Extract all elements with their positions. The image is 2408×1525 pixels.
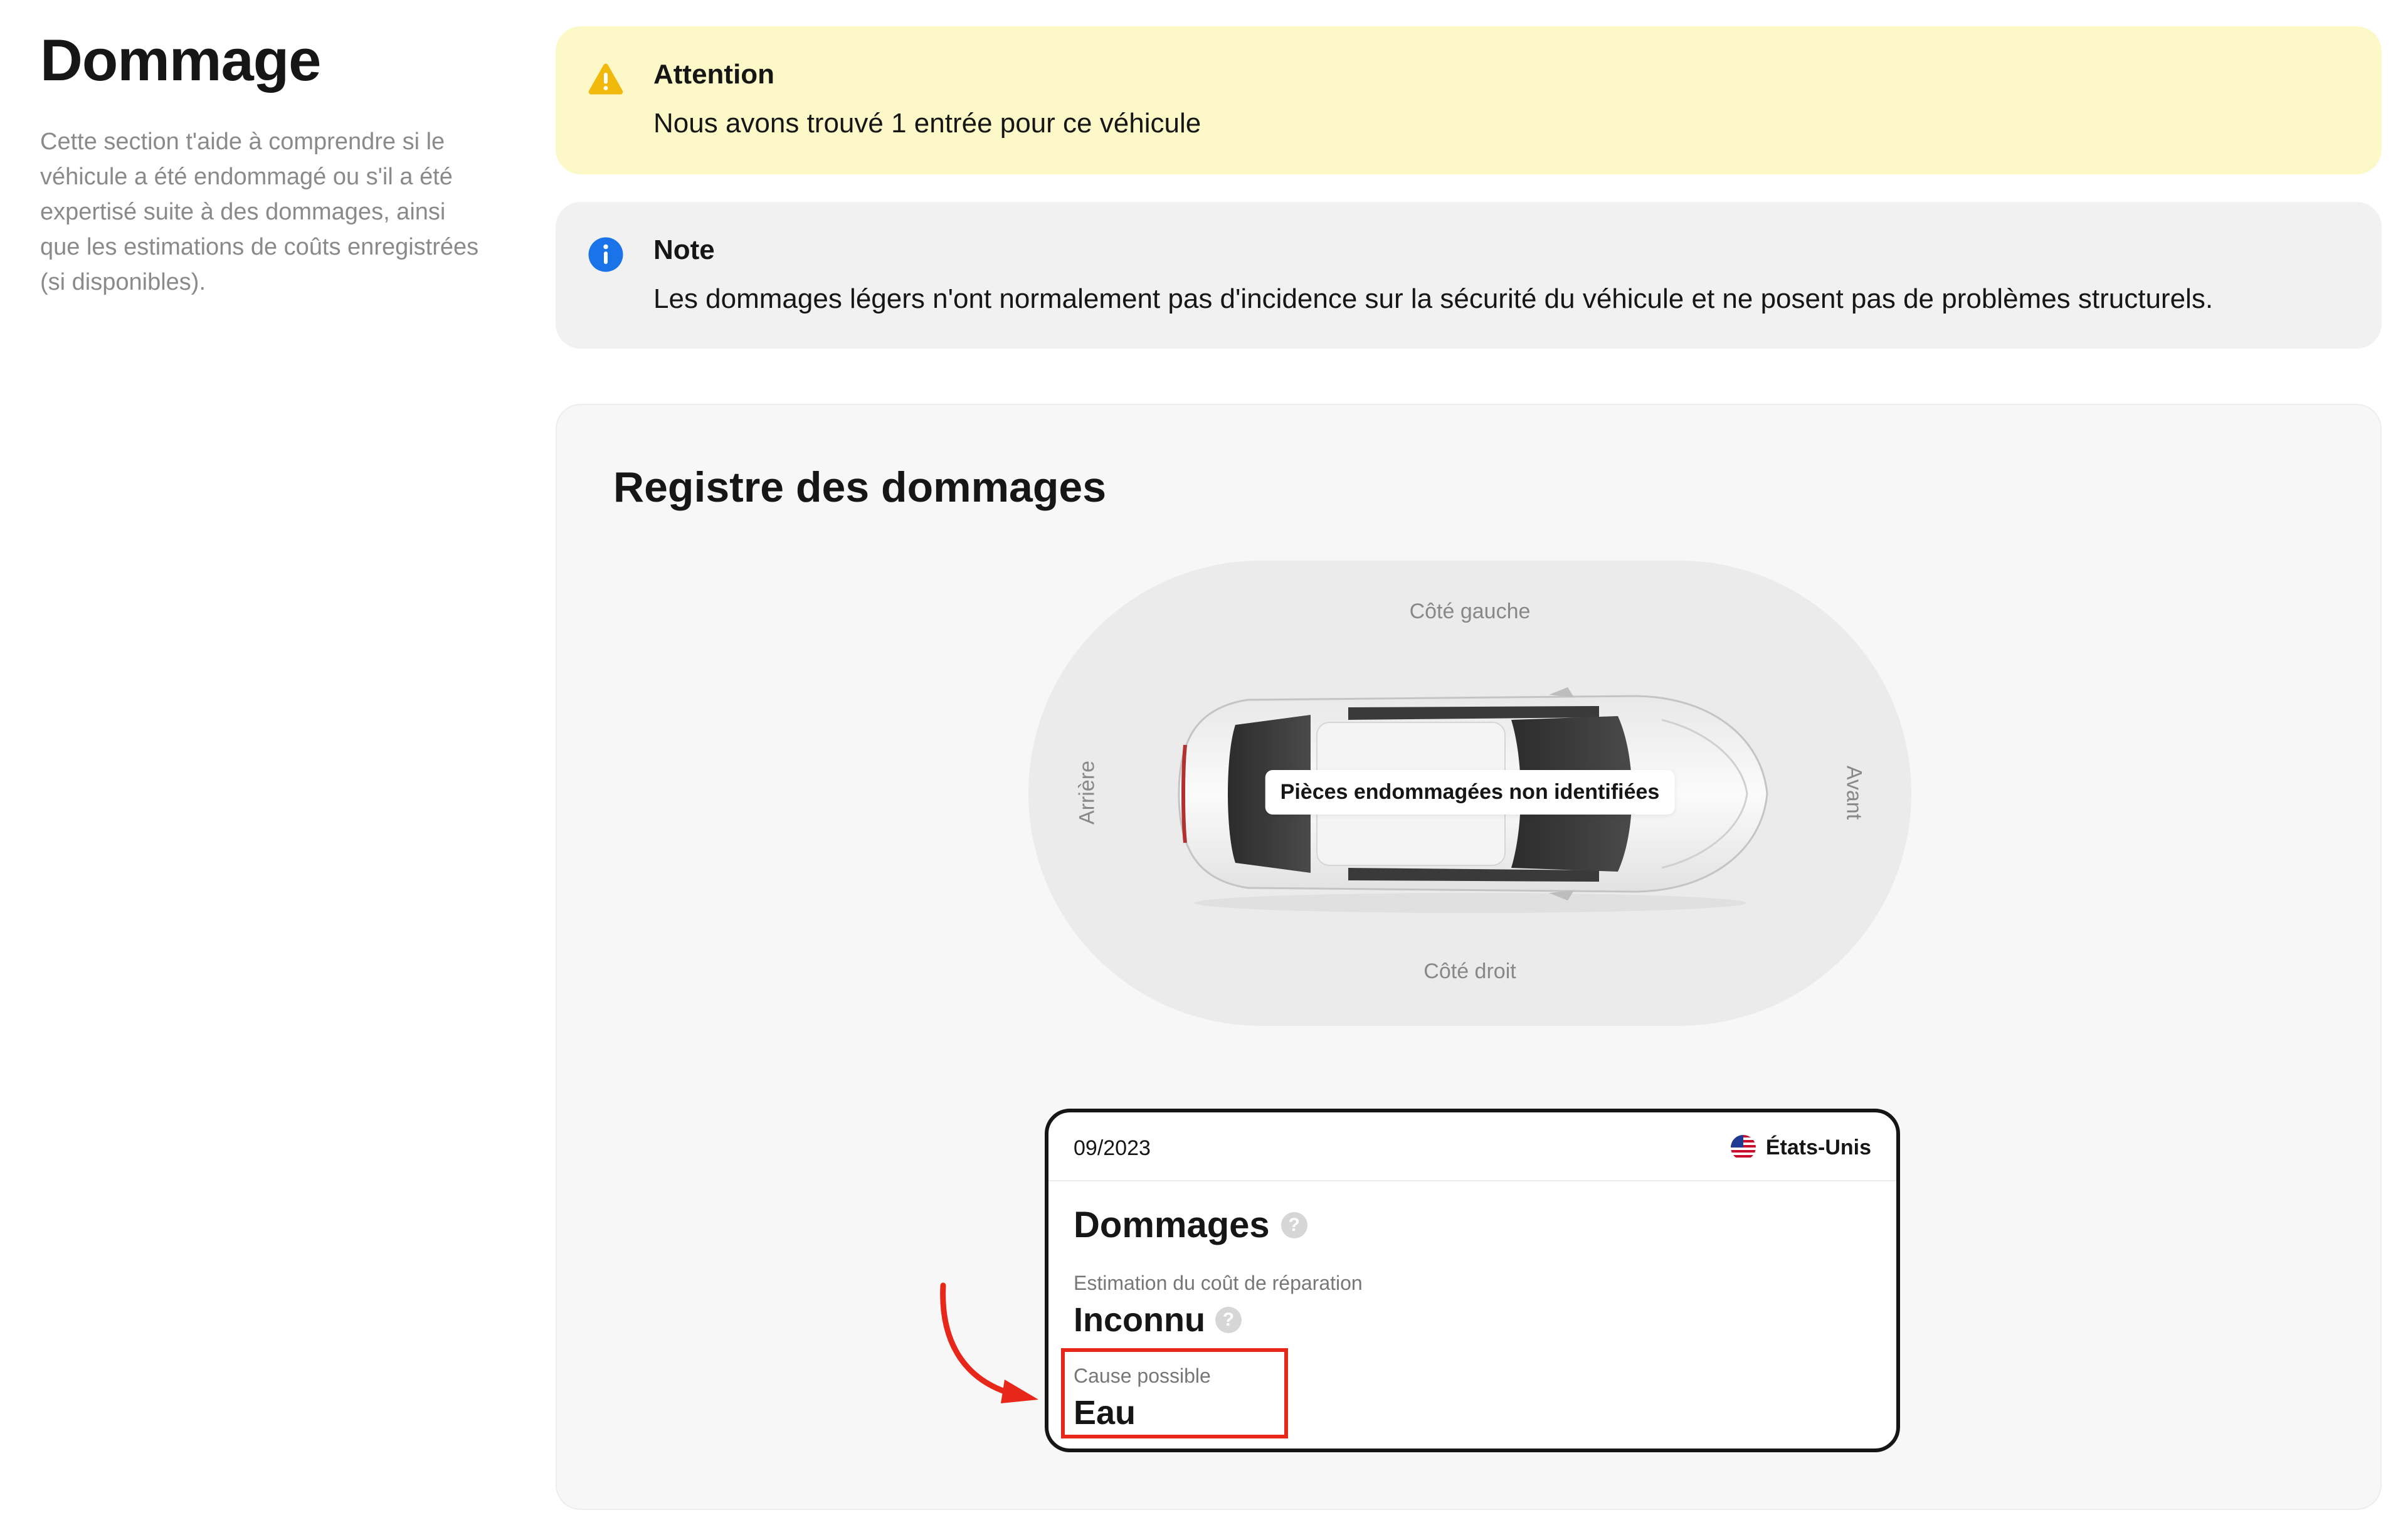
label-right-side: Côté droit [1423,959,1516,983]
record-header: 09/2023 États-Unis [1048,1112,1896,1181]
damage-register-panel: Registre des dommages Côté gauche Côté d… [556,404,2382,1510]
repair-cost-label: Estimation du coût de réparation [1074,1272,1363,1294]
help-icon[interactable]: ? [1281,1211,1307,1238]
arrow-annotation-icon [940,1282,1038,1403]
section-description: Cette section t'aide à comprendre si le … [40,129,479,295]
warning-text: Nous avons trouvé 1 entrée pour ce véhic… [653,108,1201,139]
note-title: Note [653,235,715,265]
us-flag-icon [1730,1135,1756,1160]
info-icon [588,237,623,272]
repair-cost-text: Inconnu [1074,1301,1205,1339]
warning-alert: Attention Nous avons trouvé 1 entrée pou… [556,26,2382,174]
record-country-name: États-Unis [1765,1135,1871,1159]
warning-triangle-icon [588,63,623,95]
page-title: Dommage [40,27,321,93]
note-alert: Note Les dommages légers n'ont normaleme… [556,202,2382,349]
register-title: Registre des dommages [613,463,1107,511]
record-heading: Dommages ? [1074,1204,1307,1246]
record-country: États-Unis [1730,1135,1871,1160]
note-text: Les dommages légers n'ont normalement pa… [653,283,2214,314]
car-diagram: Côté gauche Côté droit Arrière Avant Piè… [1028,561,1911,1026]
damaged-parts-tag: Pièces endommagées non identifiées [1265,770,1675,815]
label-left-side: Côté gauche [1409,599,1531,623]
repair-cost-value: Inconnu ? [1074,1301,1242,1339]
label-front: Avant [1842,765,1866,820]
label-rear: Arrière [1075,760,1099,825]
warning-title: Attention [653,59,775,90]
record-heading-text: Dommages [1074,1205,1270,1245]
highlight-annotation-box [1061,1348,1288,1438]
help-icon[interactable]: ? [1215,1307,1242,1333]
record-date: 09/2023 [1074,1136,1151,1160]
